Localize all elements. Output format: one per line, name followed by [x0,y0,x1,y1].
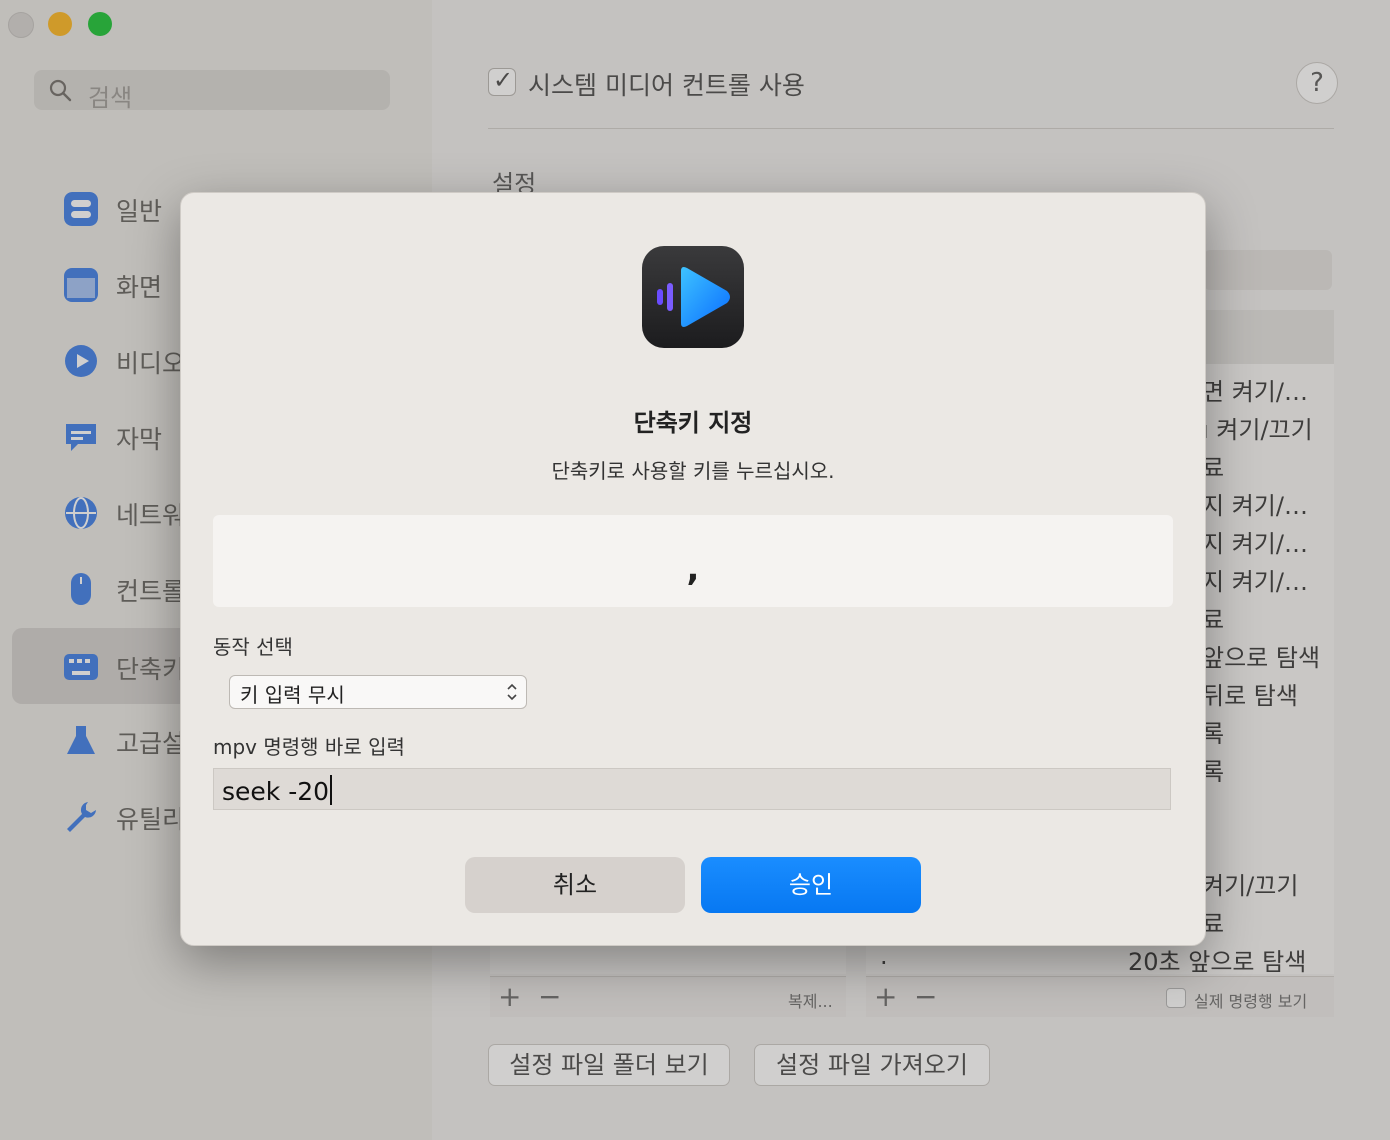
command-input-value: seek -20 [222,777,330,806]
command-input[interactable]: seek -20 [213,768,1171,810]
sheet-title: 단축키 지정 [633,409,753,437]
action-label: 동작 선택 [213,635,293,659]
sheet-subtitle: 단축키로 사용할 키를 누르십시오. [551,459,835,483]
ok-button[interactable]: 승인 [701,857,921,913]
key-capture-field[interactable]: , [213,515,1173,607]
action-popup-value: 키 입력 무시 [240,683,345,707]
chevron-updown-icon [507,683,517,701]
command-label: mpv 명령행 바로 입력 [213,735,405,759]
cancel-button[interactable]: 취소 [465,857,685,913]
action-popup[interactable]: 키 입력 무시 [229,675,527,709]
text-caret [330,775,333,805]
app-icon [642,246,744,348]
captured-key: , [686,549,700,589]
shortcut-sheet: 단축키 지정 단축키로 사용할 키를 누르십시오. , 동작 선택 키 입력 무… [180,192,1206,946]
